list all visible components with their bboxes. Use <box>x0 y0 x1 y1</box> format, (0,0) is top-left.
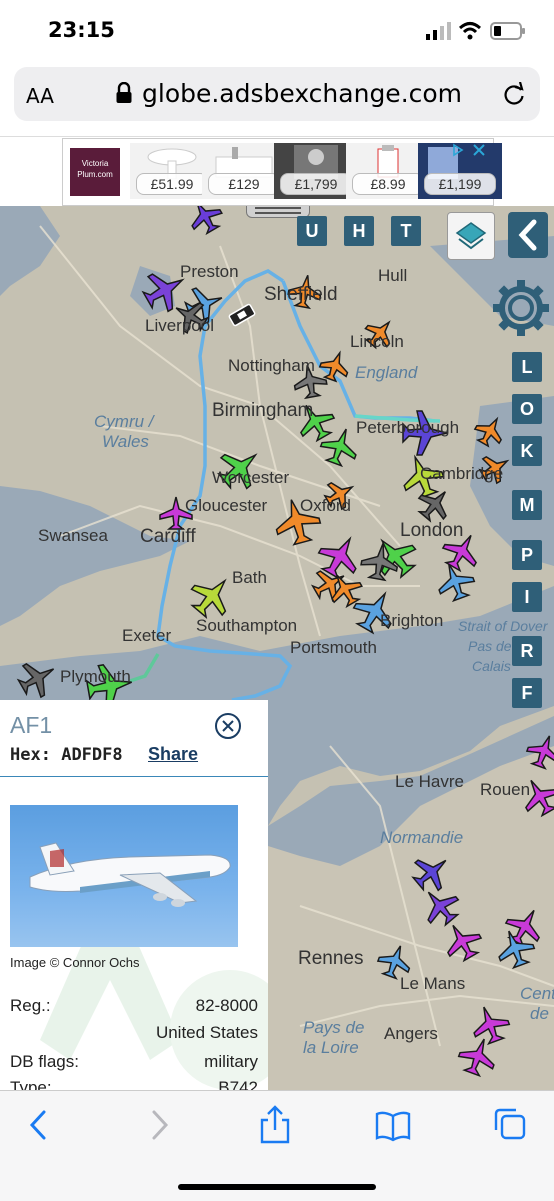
url-text[interactable]: globe.adsbexchange.com <box>142 79 462 108</box>
map-button-i[interactable]: I <box>512 582 542 612</box>
share-link[interactable]: Share <box>148 744 198 765</box>
db-flags-label: DB flags: <box>10 1052 79 1071</box>
map-label-gloucester: Gloucester <box>185 496 268 515</box>
layers-icon <box>455 222 487 250</box>
wifi-icon <box>458 22 482 40</box>
lock-icon <box>116 82 132 103</box>
map-label-le-havre: Le Havre <box>395 772 464 791</box>
share-icon[interactable] <box>258 1104 292 1144</box>
map-label-le-mans: Le Mans <box>400 974 466 993</box>
map-button-k[interactable]: K <box>512 436 542 466</box>
hex-label: Hex: <box>10 745 51 765</box>
ad-price-3: £1,799 <box>280 173 352 195</box>
type-row-clip: Type: B742 <box>0 1078 268 1090</box>
collapse-panel-button[interactable] <box>508 212 548 258</box>
map-label-swansea: Swansea <box>38 526 108 545</box>
gear-icon[interactable] <box>491 278 551 338</box>
ad-price-5: £1,199 <box>424 173 496 195</box>
map-label-lincoln: Lincoln <box>350 332 404 351</box>
map-label-plymouth: Plymouth <box>60 667 131 686</box>
tabs-icon[interactable] <box>492 1106 528 1142</box>
map-label-cymru: Cymru / <box>94 412 154 431</box>
ad-brand-logo[interactable]: Victoria Plum.com <box>70 148 120 196</box>
panel-divider <box>0 776 268 777</box>
map-label-strait-3: Calais <box>472 658 511 674</box>
map-label-pays-2: la Loire <box>303 1038 359 1057</box>
aircraft-photo[interactable] <box>10 805 238 947</box>
close-icon[interactable] <box>214 712 242 740</box>
map-button-h[interactable]: H <box>344 216 374 246</box>
map-label-cambridge: Cambridge <box>420 464 504 483</box>
map-label-rouen: Rouen <box>480 780 531 799</box>
map-label-brighton: Brighton <box>380 611 444 630</box>
map-label-sheffield: Sheffield <box>264 284 338 305</box>
map-label-england: England <box>355 363 418 382</box>
map-label-nottingham: Nottingham <box>228 356 315 375</box>
map-label-cardiff: Cardiff <box>140 526 196 547</box>
status-time: 23:15 <box>48 18 115 42</box>
map-label-peterborough: Peterborough <box>356 418 460 437</box>
map-button-p[interactable]: P <box>512 540 542 570</box>
map-button-l[interactable]: L <box>512 352 542 382</box>
status-bar: 23:15 <box>0 0 554 60</box>
map-button-t[interactable]: T <box>391 216 421 246</box>
map-label-oxford: Oxford <box>300 496 352 515</box>
photo-credit: Image © Connor Ochs <box>10 955 140 970</box>
map-label-exeter: Exeter <box>122 626 172 645</box>
ad-price-1: £51.99 <box>136 173 208 195</box>
ad-brand-name: Victoria Plum.com <box>77 159 113 179</box>
type-value: B742 <box>218 1078 258 1090</box>
map-label-rennes: Rennes <box>298 948 364 969</box>
map-label-pays-1: Pays de <box>303 1018 365 1037</box>
map-label-centre-2: de <box>530 1004 549 1023</box>
map-label-portsmouth: Portsmouth <box>290 638 377 657</box>
country-value: United States <box>155 1023 258 1042</box>
forward-icon[interactable] <box>146 1108 172 1142</box>
map-label-wales: Wales <box>102 432 149 451</box>
ad-price-4: £8.99 <box>352 173 424 195</box>
layers-button[interactable] <box>447 212 495 260</box>
home-indicator <box>178 1184 376 1190</box>
map-button-f[interactable]: F <box>512 678 542 708</box>
map-label-london: London <box>400 520 464 541</box>
map-button-m[interactable]: M <box>512 490 542 520</box>
ad-price-2: £129 <box>208 173 280 195</box>
map-button-o[interactable]: O <box>512 394 542 424</box>
map-label-preston: Preston <box>180 262 239 281</box>
map-label-strait-2: Pas de <box>468 638 512 654</box>
aircraft-callsign: AF1 <box>10 712 53 738</box>
map-button-u[interactable]: U <box>297 216 327 246</box>
map-label-birmingham: Birmingham <box>212 400 314 421</box>
aircraft-photo-illustration <box>29 842 231 907</box>
reg-value: 82-8000 <box>195 996 258 1015</box>
map-label-strait-1: Strait of Dover <box>458 618 548 634</box>
reg-label: Reg.: <box>10 996 51 1015</box>
map-button-r[interactable]: R <box>512 636 542 666</box>
bookmarks-icon[interactable] <box>374 1110 412 1142</box>
map-label-centre-1: Centr <box>520 984 554 1003</box>
chevron-left-icon <box>518 219 537 251</box>
back-icon[interactable] <box>26 1108 52 1142</box>
map-label-angers: Angers <box>384 1024 438 1043</box>
hex-row: Hex: ADFDF8 <box>10 745 123 765</box>
map-label-worcester: Worcester <box>212 468 290 487</box>
map-label-bath: Bath <box>232 568 267 587</box>
map-label-southampton: Southampton <box>196 616 298 635</box>
ad-choices-icon[interactable] <box>452 143 488 157</box>
battery-icon <box>490 22 525 40</box>
map-label-hull: Hull <box>378 266 408 285</box>
hex-value: ADFDF8 <box>61 745 123 765</box>
db-flags-value: military <box>204 1052 258 1071</box>
map-label-liverpool: Liverpool <box>145 316 214 335</box>
map-label-normandie: Normandie <box>380 828 464 847</box>
type-label: Type: <box>10 1078 52 1090</box>
cellular-signal-icon <box>426 22 451 40</box>
text-size-button[interactable]: AA <box>26 84 54 108</box>
reload-icon[interactable] <box>502 82 526 106</box>
